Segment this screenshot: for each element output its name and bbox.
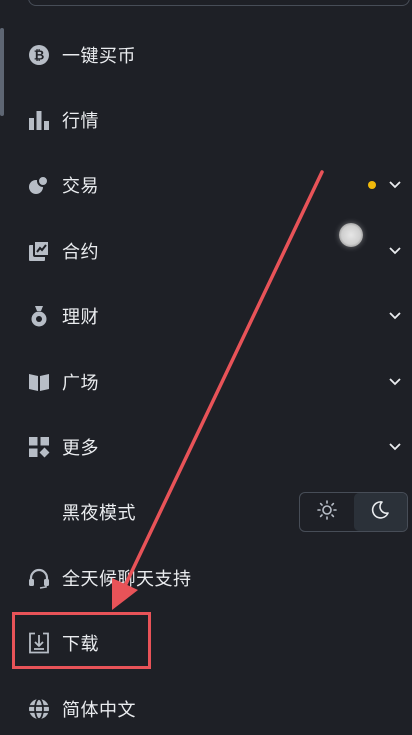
menu-item-earn[interactable]: 理财	[0, 284, 412, 349]
menu-item-more[interactable]: 更多	[0, 414, 412, 479]
notification-dot	[368, 181, 376, 190]
menu-item-trade[interactable]: 交易	[0, 153, 412, 218]
touch-cursor	[339, 223, 363, 247]
bitcoin-icon: ₿	[28, 44, 50, 66]
bar-chart-icon	[28, 109, 50, 131]
menu-label: 一键买币	[62, 45, 136, 67]
menu-item-buy-crypto[interactable]: ₿ 一键买币	[0, 22, 412, 87]
contract-icon	[28, 239, 50, 262]
grid-icon	[28, 436, 50, 458]
search-box-edge[interactable]	[28, 0, 410, 6]
money-bag-icon	[28, 305, 50, 327]
headset-icon	[28, 567, 50, 589]
sun-icon	[316, 500, 337, 524]
menu-label: 理财	[62, 307, 99, 329]
menu-label: 简体中文	[62, 699, 136, 721]
chevron-down-icon[interactable]	[388, 375, 402, 389]
menu-item-dark-mode: 黑夜模式	[0, 480, 412, 545]
light-mode-button[interactable]	[300, 493, 354, 531]
trade-icon	[28, 174, 50, 196]
menu-item-market[interactable]: 行情	[0, 87, 412, 152]
globe-icon	[28, 697, 50, 720]
menu-item-support[interactable]: 全天候聊天支持	[0, 545, 412, 610]
chevron-down-icon[interactable]	[388, 440, 402, 454]
side-menu-page: ₿ 一键买币 行情 交易 合约 理财 广场 更多 黑夜模式 全天候聊天支持 下载…	[0, 0, 412, 735]
chevron-down-icon[interactable]	[388, 244, 402, 258]
dark-mode-button[interactable]	[353, 493, 407, 532]
menu-label: 交易	[62, 176, 99, 198]
menu-item-language[interactable]: 简体中文	[0, 676, 412, 735]
theme-toggle[interactable]	[299, 492, 408, 533]
menu-label: 广场	[62, 372, 99, 394]
menu-item-square[interactable]: 广场	[0, 349, 412, 414]
svg-text:₿: ₿	[34, 48, 45, 63]
menu-label: 合约	[62, 241, 99, 263]
chevron-down-icon[interactable]	[388, 309, 402, 323]
annotation-highlight-box	[12, 612, 151, 669]
menu-label: 全天候聊天支持	[62, 568, 192, 590]
menu-label: 更多	[62, 438, 99, 460]
chevron-down-icon[interactable]	[388, 178, 402, 192]
menu-label: 行情	[62, 111, 99, 133]
menu-label: 黑夜模式	[62, 503, 136, 525]
book-icon	[28, 371, 50, 393]
moon-icon	[370, 500, 390, 524]
